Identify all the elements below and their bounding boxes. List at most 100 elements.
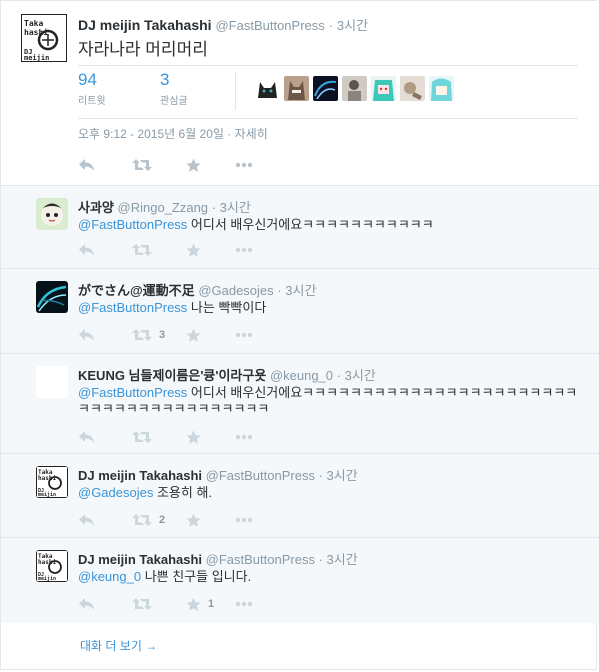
tweet-text: 자라나라 머리머리 — [78, 40, 208, 59]
reply-button[interactable] — [78, 429, 95, 445]
retweet-button[interactable]: 2 — [132, 512, 165, 528]
star-icon — [186, 597, 201, 611]
avatar-dj-meijin-takahashi[interactable]: Taka hashi DJ meijin — [36, 466, 68, 498]
reply-time[interactable]: 3시간 — [327, 468, 358, 483]
tweet-header: DJ meijin Takahashi @FastButtonPress · 3… — [78, 15, 368, 34]
favorite-stat[interactable]: 3 관심글 — [160, 70, 188, 107]
details-link[interactable]: 자세히 — [235, 127, 268, 141]
author-screen-name[interactable]: @keung_0 — [270, 368, 333, 383]
fav-user-avatar-2[interactable] — [284, 76, 309, 101]
reply-text: @Gadesojes 조용히 해. — [78, 485, 588, 501]
view-more-replies-link[interactable]: 대화 더 보기 → — [80, 637, 157, 654]
reply-time[interactable]: 3시간 — [220, 200, 251, 215]
separator: · — [336, 368, 341, 383]
fav-user-avatar-7[interactable] — [429, 76, 454, 101]
reply-header: がでさん@運動不足 @Gadesojes · 3시간 — [78, 280, 316, 299]
favorite-label: 관심글 — [160, 96, 188, 107]
reply-text: @FastButtonPress 어디서 배우신거에요ㅋㅋㅋㅋㅋㅋㅋㅋㅋㅋㅋ — [78, 217, 588, 233]
author-fullname[interactable]: DJ meijin Takahashi — [78, 468, 202, 483]
more-dots-icon — [235, 434, 253, 440]
fav-user-avatar-5[interactable] — [371, 76, 396, 101]
retweet-button[interactable] — [132, 242, 159, 258]
retweet-button[interactable] — [132, 596, 159, 612]
avatar-dj-meijin-takahashi[interactable]: Taka hashi DJ meijin — [36, 550, 68, 582]
fav-user-avatar-6[interactable] — [400, 76, 425, 101]
retweet-button[interactable] — [132, 157, 152, 173]
retweet-count: 3 — [159, 329, 166, 341]
avatar-keung-0[interactable] — [36, 366, 68, 398]
author-screen-name[interactable]: @FastButtonPress — [206, 552, 315, 567]
more-button[interactable] — [235, 512, 253, 528]
avatar-dj-meijin-takahashi[interactable]: Taka hashi DJ meijin — [21, 14, 67, 62]
retweet-stat[interactable]: 94 리트윗 — [78, 70, 106, 107]
retweet-label: 리트윗 — [78, 96, 106, 107]
avatar-ringo-zzang[interactable] — [36, 198, 68, 230]
mention-link[interactable]: @FastButtonPress — [78, 300, 187, 315]
retweet-button[interactable]: 3 — [132, 327, 165, 343]
author-fullname[interactable]: がでさん@運動不足 — [78, 283, 195, 298]
author-screen-name[interactable]: @FastButtonPress — [206, 468, 315, 483]
tweet-time[interactable]: 3시간 — [337, 18, 368, 33]
more-button[interactable] — [235, 429, 253, 445]
reply-time[interactable]: 3시간 — [327, 552, 358, 567]
reply-tweet[interactable]: KEUNG 님들제이름은'큥'이라구욧 @keung_0 · 3시간 @Fast… — [1, 353, 599, 454]
reply-text: @FastButtonPress 어디서 배우신거에요ㅋㅋㅋㅋㅋㅋㅋㅋㅋㅋㅋㅋㅋ… — [78, 385, 588, 417]
stats-divider — [235, 72, 236, 110]
author-screen-name[interactable]: @Ringo_Zzang — [118, 200, 209, 215]
separator: · — [318, 552, 323, 567]
reply-time[interactable]: 3시간 — [285, 283, 316, 298]
fav-user-avatar-3[interactable] — [313, 76, 338, 101]
fav-user-avatar-4[interactable] — [342, 76, 367, 101]
favorite-button[interactable] — [186, 327, 208, 343]
reply-button[interactable] — [78, 512, 95, 528]
fav-user-avatar-1[interactable] — [255, 76, 280, 101]
star-icon — [186, 328, 201, 342]
author-fullname[interactable]: KEUNG 님들제이름은'큥'이라구욧 — [78, 368, 266, 383]
svg-text:hashi: hashi — [24, 27, 48, 37]
tweet-full-timestamp[interactable]: 오후 9:12 - 2015년 6월 20일 — [78, 127, 224, 141]
star-icon — [186, 243, 201, 257]
favorite-button[interactable]: 1 — [186, 596, 214, 612]
retweet-icon — [132, 431, 152, 443]
reply-button[interactable] — [78, 327, 95, 343]
retweet-icon — [132, 329, 152, 341]
retweet-icon — [132, 159, 152, 171]
favorite-button[interactable] — [186, 512, 208, 528]
reply-button[interactable] — [78, 157, 95, 173]
avatar-gadesojes[interactable] — [36, 281, 68, 313]
reply-tweet[interactable]: 사과양 @Ringo_Zzang · 3시간 @FastButtonPress … — [1, 185, 599, 269]
favorite-button[interactable] — [186, 242, 208, 258]
tweet-permalink-container: Taka hashi DJ meijin DJ meijin Takahashi… — [0, 0, 599, 670]
more-button[interactable] — [235, 327, 253, 343]
star-icon — [186, 430, 201, 444]
svg-text:meijin: meijin — [24, 54, 49, 62]
separator: · — [328, 18, 333, 33]
mention-link[interactable]: @FastButtonPress — [78, 217, 187, 232]
mention-link[interactable]: @FastButtonPress — [78, 385, 187, 400]
author-fullname[interactable]: DJ meijin Takahashi — [78, 17, 212, 33]
more-button[interactable] — [235, 157, 253, 173]
reply-icon — [79, 244, 94, 256]
retweet-button[interactable] — [132, 429, 159, 445]
mention-link[interactable]: @Gadesojes — [78, 485, 153, 500]
reply-tweet[interactable]: Taka hashi DJ meijin DJ meijin Takahashi… — [1, 453, 599, 538]
author-fullname[interactable]: DJ meijin Takahashi — [78, 552, 202, 567]
separator: · — [211, 200, 217, 215]
favorite-button[interactable] — [186, 429, 208, 445]
star-icon — [186, 513, 201, 527]
reply-tweet[interactable]: がでさん@運動不足 @Gadesojes · 3시간 @FastButtonPr… — [1, 268, 599, 354]
more-button[interactable] — [235, 596, 253, 612]
more-button[interactable] — [235, 242, 253, 258]
more-dots-icon — [235, 247, 253, 253]
favorite-button[interactable] — [186, 157, 201, 173]
reply-tweet[interactable]: Taka hashi DJ meijin DJ meijin Takahashi… — [1, 537, 599, 623]
reply-header: 사과양 @Ringo_Zzang · 3시간 — [78, 197, 251, 216]
reply-button[interactable] — [78, 242, 95, 258]
mention-link[interactable]: @keung_0 — [78, 569, 141, 584]
reply-button[interactable] — [78, 596, 95, 612]
author-screen-name[interactable]: @Gadesojes — [198, 283, 273, 298]
reply-time[interactable]: 3시간 — [345, 368, 376, 383]
author-screen-name[interactable]: @FastButtonPress — [215, 18, 324, 33]
retweet-icon — [132, 244, 152, 256]
author-fullname[interactable]: 사과양 — [78, 200, 114, 215]
